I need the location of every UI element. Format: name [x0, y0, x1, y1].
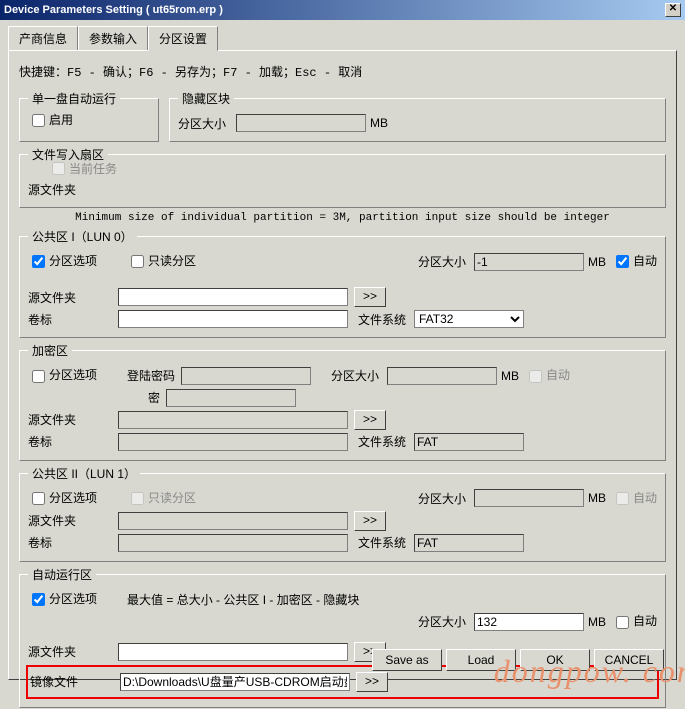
pub2-browse-button[interactable]: >>: [354, 511, 386, 531]
tab-partition[interactable]: 分区设置: [148, 26, 218, 51]
enable-single-autorun[interactable]: 启用: [28, 113, 73, 127]
pub2-opt[interactable]: 分区选项: [28, 489, 97, 508]
hidden-size-input[interactable]: [236, 114, 366, 132]
autorun-max-label: 最大值 = 总大小 - 公共区 I - 加密区 - 隐藏块: [127, 591, 359, 608]
current-task-check: [52, 162, 65, 175]
pub1-auto[interactable]: 自动: [612, 252, 657, 271]
enc-auto: 自动: [525, 366, 570, 385]
group-single-autorun: 单一盘自动运行 启用: [19, 90, 159, 142]
current-task-label: 当前任务: [69, 160, 117, 177]
pub2-fs-label: 文件系统: [358, 534, 406, 551]
shortcut-hint: 快捷键：F5 - 确认；F6 - 另存为；F7 - 加载；Esc - 取消: [19, 63, 666, 80]
autorun-auto[interactable]: 自动: [612, 612, 657, 631]
pub1-fs-label: 文件系统: [358, 311, 406, 328]
pub2-volume-label: 卷标: [28, 534, 118, 551]
enc-fs-label: 文件系统: [358, 433, 406, 450]
legend-hidden: 隐藏区块: [178, 90, 234, 107]
titlebar: Device Parameters Setting ( ut65rom.erp …: [0, 0, 685, 20]
enc-pw2-label: 密: [148, 389, 160, 406]
pub1-browse-button[interactable]: >>: [354, 287, 386, 307]
pub2-size-label: 分区大小: [418, 490, 466, 507]
enc-pw2-input[interactable]: [166, 389, 296, 407]
autorun-image-input[interactable]: [120, 673, 350, 691]
legend-autorun: 自动运行区: [28, 566, 96, 583]
autorun-srcfolder-input[interactable]: [118, 643, 348, 661]
pub2-auto: 自动: [612, 489, 657, 508]
autorun-srcfolder-label: 源文件夹: [28, 643, 118, 660]
pub2-size-input[interactable]: [474, 489, 584, 507]
enc-volume-input[interactable]: [118, 433, 348, 451]
group-hidden-block: 隐藏区块 分区大小 MB: [169, 90, 666, 142]
cancel-button[interactable]: CANCEL: [594, 649, 664, 671]
enc-srcfolder-label: 源文件夹: [28, 411, 118, 428]
load-button[interactable]: Load: [446, 649, 516, 671]
partition-hint: Minimum size of individual partition = 3…: [19, 212, 666, 224]
pub2-readonly: 只读分区: [127, 489, 196, 508]
saveas-button[interactable]: Save as: [372, 649, 442, 671]
autorun-size-input[interactable]: [474, 613, 584, 631]
enc-size-input[interactable]: [387, 367, 497, 385]
enc-volume-label: 卷标: [28, 433, 118, 450]
pub2-srcfolder-input[interactable]: [118, 512, 348, 530]
pub2-volume-input[interactable]: [118, 534, 348, 552]
autorun-image-label: 镜像文件: [30, 673, 120, 690]
autorun-mb: MB: [588, 615, 606, 629]
autorun-size-label: 分区大小: [418, 613, 466, 630]
group-file-sector: 文件写入扇区 当前任务 源文件夹: [19, 146, 666, 208]
enc-fs-display: [414, 433, 524, 451]
pub1-fs-select[interactable]: FAT32: [414, 310, 524, 328]
pub1-readonly[interactable]: 只读分区: [127, 252, 196, 271]
close-icon[interactable]: ✕: [665, 3, 681, 17]
legend-pub1: 公共区 I（LUN 0）: [28, 228, 137, 245]
legend-pub2: 公共区 II（LUN 1）: [28, 465, 140, 482]
hidden-mb-label: MB: [370, 116, 388, 130]
legend-single-autorun: 单一盘自动运行: [28, 90, 120, 107]
enc-browse-button[interactable]: >>: [354, 410, 386, 430]
pub1-srcfolder-label: 源文件夹: [28, 289, 118, 306]
src-folder-label-1: 源文件夹: [28, 181, 118, 198]
pub2-fs-display: [414, 534, 524, 552]
enc-login-pw-label: 登陆密码: [127, 367, 175, 384]
pub2-mb: MB: [588, 491, 606, 505]
legend-enc: 加密区: [28, 342, 72, 359]
pub1-size-label: 分区大小: [418, 253, 466, 270]
pub1-mb: MB: [588, 255, 606, 269]
pub1-volume-input[interactable]: [118, 310, 348, 328]
pub1-opt[interactable]: 分区选项: [28, 252, 97, 271]
pub1-srcfolder-input[interactable]: [118, 288, 348, 306]
hidden-size-label: 分区大小: [178, 115, 226, 132]
enc-size-label: 分区大小: [331, 367, 379, 384]
enc-login-pw-input[interactable]: [181, 367, 311, 385]
autorun-image-browse-button[interactable]: >>: [356, 672, 388, 692]
autorun-opt[interactable]: 分区选项: [28, 590, 97, 609]
pub2-srcfolder-label: 源文件夹: [28, 512, 118, 529]
enc-mb: MB: [501, 369, 519, 383]
window-title: Device Parameters Setting ( ut65rom.erp …: [4, 4, 665, 16]
ok-button[interactable]: OK: [520, 649, 590, 671]
enc-opt[interactable]: 分区选项: [28, 366, 97, 385]
group-autorun: 自动运行区 分区选项 最大值 = 总大小 - 公共区 I - 加密区 - 隐藏块…: [19, 566, 666, 708]
tab-vendor[interactable]: 产商信息: [8, 26, 78, 50]
group-public-2: 公共区 II（LUN 1） 分区选项 只读分区 分区大小 MB 自动 源文件夹 …: [19, 465, 666, 562]
enc-srcfolder-input[interactable]: [118, 411, 348, 429]
pub1-volume-label: 卷标: [28, 311, 118, 328]
group-public-1: 公共区 I（LUN 0） 分区选项 只读分区 分区大小 MB 自动 源文件夹 >…: [19, 228, 666, 338]
group-encrypt: 加密区 分区选项 登陆密码 分区大小 MB 自动 密: [19, 342, 666, 460]
tab-params[interactable]: 参数输入: [78, 26, 148, 50]
tab-strip: 产商信息 参数输入 分区设置: [8, 26, 677, 50]
pub1-size-input[interactable]: [474, 253, 584, 271]
